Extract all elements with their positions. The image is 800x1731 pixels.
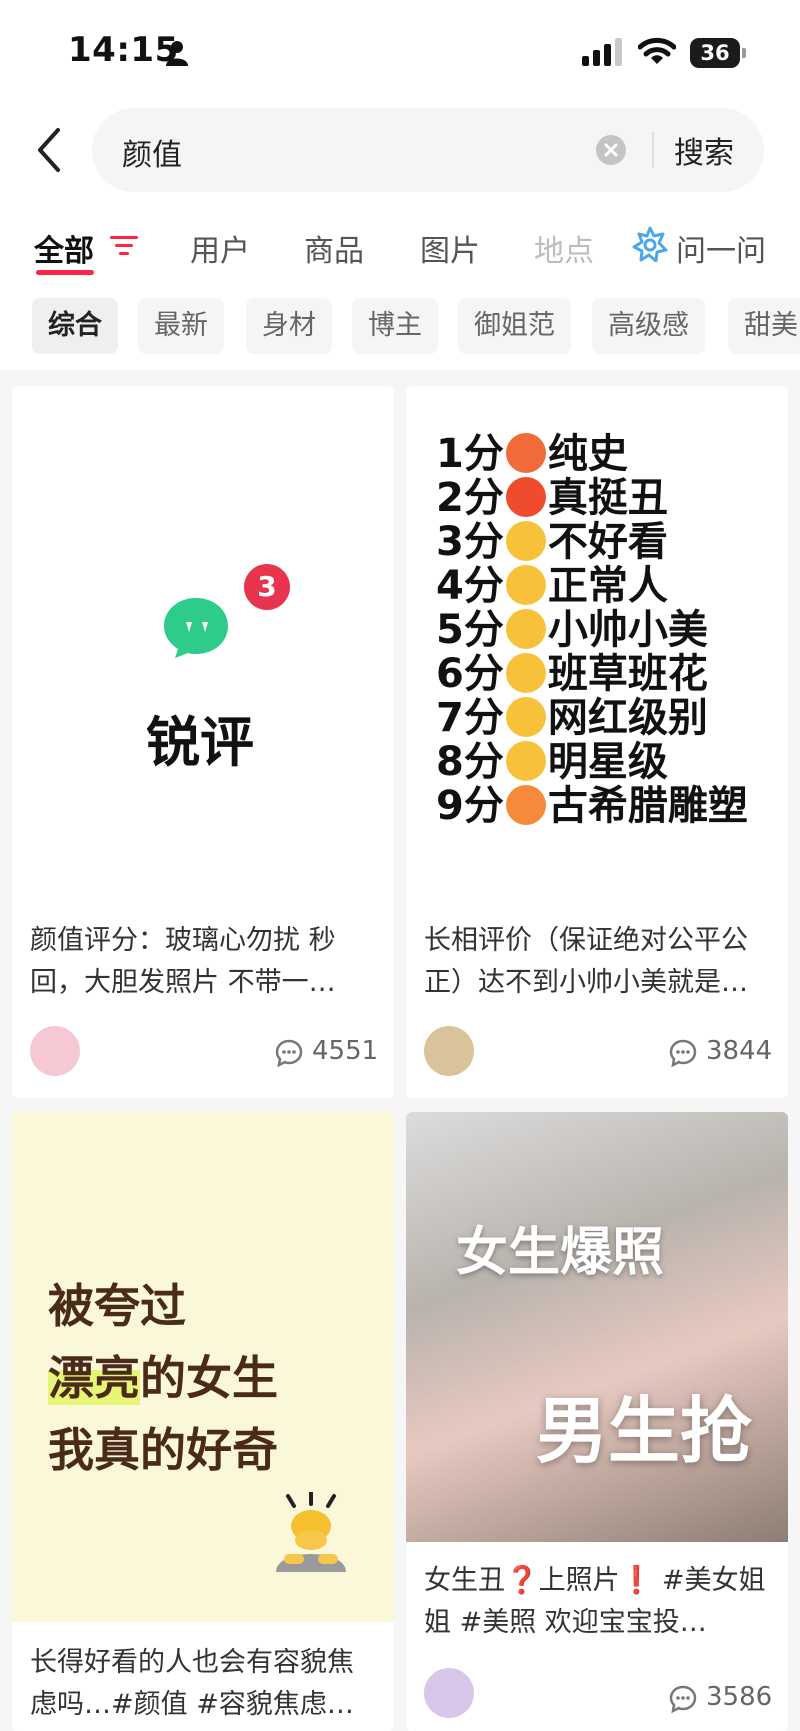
status-bar: 14:15 36	[0, 0, 800, 100]
wifi-icon	[638, 37, 676, 64]
search-box[interactable]: 颜值 搜索	[92, 108, 764, 192]
filter-icon[interactable]	[110, 234, 138, 258]
clear-icon[interactable]	[596, 135, 626, 165]
cover-text-primary: 女生爆照	[456, 1223, 665, 1283]
avatar[interactable]	[424, 1026, 474, 1076]
card-title[interactable]: 长得好看的人也会有容貌焦虑吗…#颜值 #容貌焦虑…	[30, 1642, 380, 1726]
score-row: 5分 小帅小美	[436, 607, 708, 653]
person-icon	[166, 41, 188, 66]
comment-icon	[669, 1039, 697, 1068]
comment-count: 3844	[706, 1036, 773, 1066]
notification-badge: 3	[244, 564, 290, 610]
ask-icon[interactable]	[632, 226, 668, 262]
avatar[interactable]	[424, 1668, 474, 1718]
score-row: 1分 纯史	[436, 431, 628, 477]
chip-mature-style[interactable]: 御姐范	[458, 298, 571, 354]
comment-count: 4551	[312, 1036, 379, 1066]
card-title[interactable]: 长相评价（保证绝对公平公正）达不到小帅小美就是…	[424, 920, 774, 1004]
chip-latest[interactable]: 最新	[138, 298, 224, 354]
note-card[interactable]: 被夸过 漂亮的女生 我真的好奇 长得好看的人也会有容貌焦虑吗…#颜值 #容貌焦虑…	[12, 1112, 394, 1731]
active-tab-indicator	[36, 270, 94, 275]
search-input[interactable]: 颜值	[122, 130, 182, 174]
card-cover[interactable]: 1分 纯史 2分 真挺丑 3分 不好看 4分 正常人 5分 小帅小美 6分 班草班花 7分网…	[406, 386, 788, 886]
search-divider	[652, 132, 654, 168]
tab-all[interactable]: 全部	[34, 226, 94, 270]
battery-indicator: 36	[690, 38, 746, 68]
close-icon	[604, 143, 618, 157]
chip-blogger[interactable]: 博主	[352, 298, 438, 354]
score-row: 7分 网红级别	[436, 695, 708, 741]
card-title[interactable]: 女生丑❓上照片❗ #美女姐姐 #美照 欢迎宝宝投…	[424, 1560, 774, 1644]
tab-images[interactable]: 图片	[420, 226, 480, 270]
back-button[interactable]	[28, 124, 72, 176]
tab-products[interactable]: 商品	[304, 226, 364, 270]
score-row: 6分 班草班花	[436, 651, 708, 697]
chip-sweet[interactable]: 甜美	[728, 298, 800, 354]
card-cover[interactable]: 被夸过 漂亮的女生 我真的好奇	[12, 1112, 394, 1622]
card-cover[interactable]: 女生爆照 男生抢	[406, 1112, 788, 1542]
tab-users[interactable]: 用户	[190, 226, 250, 270]
cover-quote: 被夸过 漂亮的女生 我真的好奇	[48, 1279, 278, 1477]
filter-chips: 综合 最新 身材 博主 御姐范 高级感 甜美	[0, 298, 800, 354]
category-tabs: 全部 用户 商品 图片 地点 问一问	[0, 222, 800, 282]
score-row: 2分 真挺丑	[436, 475, 668, 521]
score-row: 8分 明星级	[436, 739, 668, 785]
cover-title: 锐评	[146, 711, 254, 774]
comment-icon	[669, 1685, 697, 1714]
bowing-person-icon	[276, 1492, 346, 1572]
chip-comprehensive[interactable]: 综合	[32, 298, 118, 354]
chat-bubble-icon	[164, 598, 228, 658]
cover-photo	[406, 1112, 788, 1542]
chip-figure[interactable]: 身材	[246, 298, 332, 354]
note-card[interactable]: 3 锐评 颜值评分：玻璃心勿扰 秒回，大胆发照片 不带一… 4551	[12, 386, 394, 1098]
score-row: 9分 古希腊雕塑	[436, 783, 748, 829]
battery-level: 36	[690, 38, 740, 68]
note-card[interactable]: 1分 纯史 2分 真挺丑 3分 不好看 4分 正常人 5分 小帅小美 6分 班草班花 7分网…	[406, 386, 788, 1098]
card-title[interactable]: 颜值评分：玻璃心勿扰 秒回，大胆发照片 不带一…	[30, 920, 380, 1004]
note-card[interactable]: 女生爆照 男生抢 女生丑❓上照片❗ #美女姐姐 #美照 欢迎宝宝投… 3586	[406, 1112, 788, 1731]
chip-premium[interactable]: 高级感	[592, 298, 705, 354]
tab-places[interactable]: 地点	[534, 226, 594, 270]
signal-icon	[582, 38, 622, 66]
status-time: 14:15	[68, 30, 179, 70]
score-row: 3分 不好看	[436, 519, 668, 565]
score-list: 1分 纯史 2分 真挺丑 3分 不好看 4分 正常人 5分 小帅小美 6分 班草班花 7分网…	[436, 432, 748, 828]
comment-count: 3586	[706, 1682, 773, 1712]
cover-text-secondary: 男生抢	[536, 1389, 753, 1473]
score-row: 4分 正常人	[436, 563, 668, 609]
avatar[interactable]	[30, 1026, 80, 1076]
battery-tip	[742, 48, 746, 58]
tab-ask[interactable]: 问一问	[676, 226, 766, 270]
comment-icon	[275, 1039, 303, 1068]
search-button[interactable]: 搜索	[674, 128, 734, 172]
card-cover[interactable]: 3 锐评	[12, 386, 394, 886]
